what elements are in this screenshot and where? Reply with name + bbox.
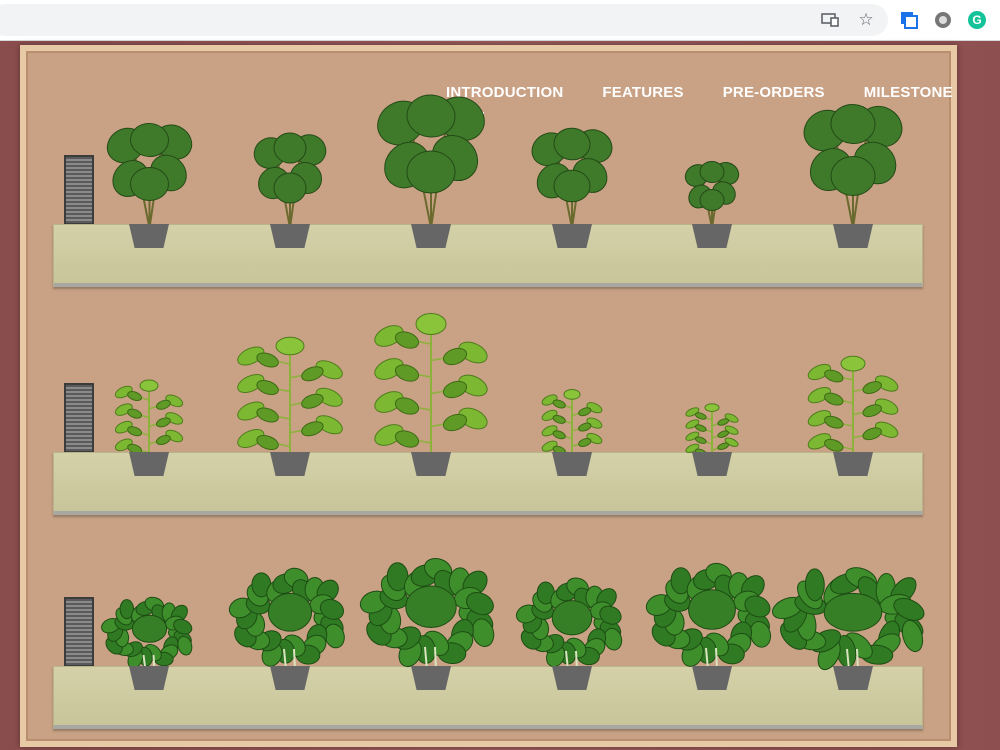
plant-large-leaf (803, 103, 903, 229)
shelf-top (53, 224, 923, 287)
plant-large-leaf (531, 127, 613, 229)
address-bar[interactable] (0, 4, 888, 36)
plant-pot (552, 224, 592, 248)
shelf-bottom (53, 666, 923, 729)
plant-pot (692, 224, 732, 248)
plant-large-leaf (684, 160, 740, 229)
shelf-controller (64, 383, 94, 453)
plant-large-leaf (106, 122, 192, 229)
plant-pot (411, 452, 451, 476)
plant-tomato-seedling (541, 388, 603, 456)
plant-pot (129, 452, 169, 476)
plant-bushy-herb (100, 596, 192, 671)
plant-large-leaf (253, 132, 327, 229)
plant-bushy-herb (645, 562, 772, 671)
plant-bushy-herb (772, 567, 925, 671)
plant-tomato-seedling (374, 313, 488, 456)
plant-pot (270, 224, 310, 248)
plant-bushy-herb (228, 567, 345, 671)
plant-tomato-seedling (685, 403, 739, 458)
cast-icon[interactable] (820, 10, 840, 30)
plant-pot (552, 666, 592, 690)
plant-tomato-seedling (237, 336, 343, 456)
plant-bushy-herb (359, 558, 495, 671)
extension-icon[interactable] (899, 10, 919, 30)
plant-pot (833, 666, 873, 690)
plant-pot (692, 452, 732, 476)
plant-bushy-herb (515, 577, 623, 671)
plant-pot (552, 452, 592, 476)
extension-icon[interactable] (933, 10, 953, 30)
plant-pot (270, 452, 310, 476)
plant-tomato-seedling (114, 379, 184, 456)
plant-tomato-seedling (807, 355, 899, 456)
shelf-middle (53, 452, 923, 515)
plant-pot (129, 666, 169, 690)
nav-features[interactable]: FEATURES (602, 84, 683, 101)
plant-large-leaf (377, 94, 485, 229)
plant-pot (833, 452, 873, 476)
shelf-controller (64, 155, 94, 225)
plant-pot (129, 224, 169, 248)
plant-pot (833, 224, 873, 248)
browser-toolbar: ☆ G (0, 0, 1000, 41)
bookmark-star-icon[interactable]: ☆ (856, 10, 876, 30)
plant-pot (270, 666, 310, 690)
shelf-controller (64, 597, 94, 667)
grammarly-icon[interactable]: G (968, 11, 986, 29)
plant-pot (692, 666, 732, 690)
plant-pot (411, 224, 451, 248)
plant-pot (411, 666, 451, 690)
